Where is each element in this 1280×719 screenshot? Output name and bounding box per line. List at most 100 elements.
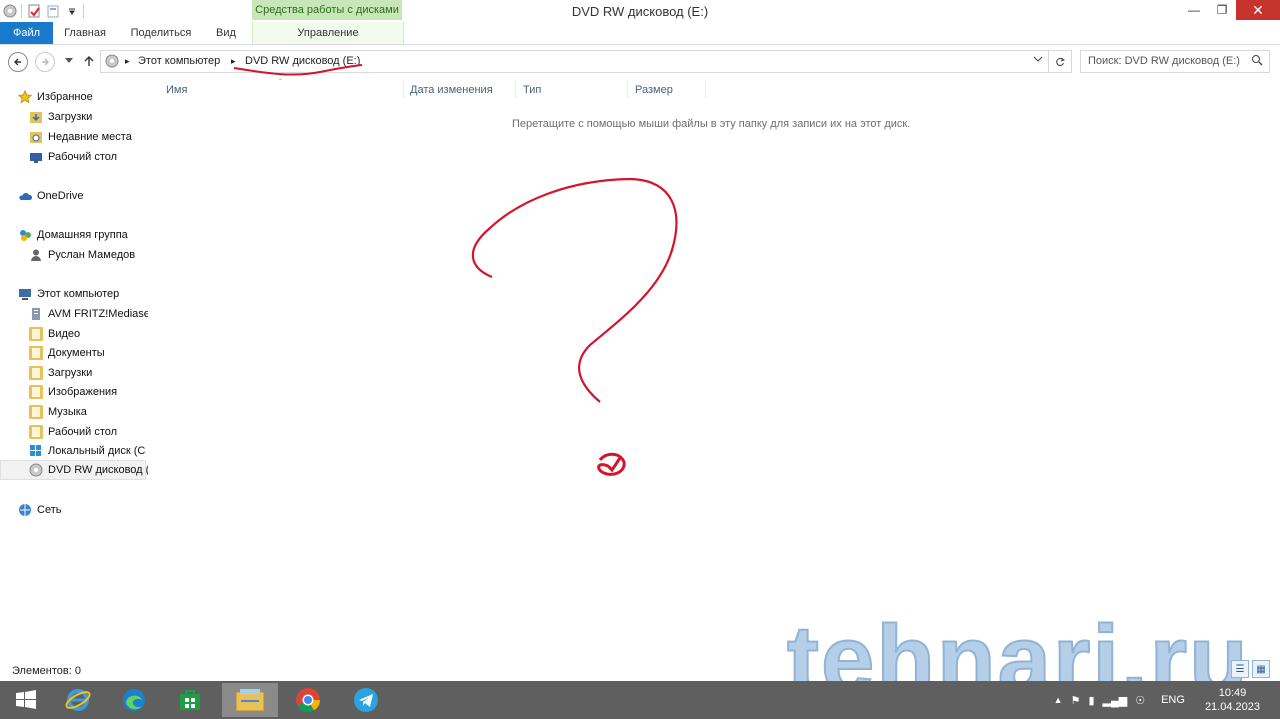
sidebar-item-documents[interactable]: Документы (29, 343, 148, 363)
status-item-count: Элементов: 0 (12, 665, 81, 677)
sidebar-item-desktop-pc[interactable]: Рабочий стол (29, 422, 148, 442)
address-bar[interactable]: ▸ Этот компьютер ▸ DVD RW дисковод (E:) (100, 50, 1072, 73)
edge-icon[interactable] (108, 683, 160, 717)
column-divider[interactable] (403, 80, 404, 98)
window-controls: — ❐ ✕ (1180, 0, 1280, 20)
sidebar-item-network[interactable]: Сеть (18, 500, 148, 520)
folder-icon (29, 405, 43, 419)
title-bar: Средства работы с дисками DVD RW дисково… (0, 0, 1280, 22)
empty-folder-message: Перетащите с помощью мыши файлы в эту па… (512, 118, 911, 130)
dvd-icon (29, 463, 43, 477)
tab-share[interactable]: Поделиться (122, 22, 200, 44)
clock[interactable]: 10:49 21.04.2023 (1205, 686, 1260, 714)
onedrive-icon (18, 189, 33, 203)
column-divider[interactable] (705, 80, 706, 98)
network-icon (18, 503, 32, 517)
tab-file[interactable]: Файл (0, 22, 53, 44)
up-button[interactable] (80, 52, 98, 70)
column-date-modified[interactable]: Дата изменения (410, 84, 493, 96)
details-view-icon[interactable]: ☰ (1231, 660, 1249, 678)
clock-time: 10:49 (1218, 687, 1247, 699)
question-mark-annotation (471, 177, 678, 403)
taskbar: ▲ ⚑ ▮ ▂▄▆ ☉ ENG 10:49 21.04.2023 (0, 681, 1280, 719)
column-name[interactable]: Имя (166, 84, 187, 96)
column-type[interactable]: Тип (523, 84, 541, 96)
sidebar-item-music[interactable]: Музыка (29, 402, 148, 422)
ie-icon[interactable] (52, 683, 104, 717)
folder-icon (29, 385, 43, 399)
action-center-flag-icon[interactable]: ⚑ (1071, 694, 1081, 707)
star-icon (17, 89, 33, 104)
tab-view[interactable]: Вид (204, 22, 248, 44)
folder-icon (29, 346, 43, 360)
sidebar-item-homegroup[interactable]: Домашняя группа (18, 225, 148, 245)
sidebar-item-desktop[interactable]: Рабочий стол (29, 147, 148, 167)
network-signal-icon[interactable]: ▂▄▆ (1103, 694, 1128, 707)
navigation-bar: ▸ Этот компьютер ▸ DVD RW дисковод (E:) … (0, 48, 1280, 74)
minimize-button[interactable]: — (1180, 0, 1208, 20)
forward-button[interactable] (35, 52, 55, 72)
sort-indicator-icon: ˆ (279, 78, 282, 87)
chrome-icon[interactable] (282, 683, 334, 717)
explorer-icon[interactable] (222, 683, 278, 717)
language-indicator[interactable]: ENG (1161, 694, 1185, 706)
new-folder-icon[interactable] (45, 3, 60, 18)
column-divider[interactable] (515, 80, 516, 98)
sidebar-item-this-pc[interactable]: Этот компьютер (18, 284, 148, 304)
sidebar-item-downloads[interactable]: Загрузки (29, 107, 148, 127)
quick-access-toolbar (2, 3, 84, 18)
sidebar-item-pictures[interactable]: Изображения (29, 382, 148, 402)
sidebar-item-recent-places[interactable]: Недавние места (29, 127, 148, 147)
recent-locations-chevron-icon[interactable] (60, 52, 78, 70)
telegram-icon[interactable] (340, 683, 392, 717)
context-tab-group: Средства работы с дисками (252, 0, 402, 20)
recent-icon (29, 130, 43, 144)
desktop-icon (29, 150, 43, 164)
breadcrumb-separator-icon: ▸ (231, 56, 236, 66)
sidebar-item-media-server[interactable]: AVM FRITZ!Mediase (29, 304, 148, 324)
column-size[interactable]: Размер (635, 84, 673, 96)
refresh-icon[interactable] (1048, 51, 1071, 72)
customize-toolbar-chevron-icon[interactable] (64, 3, 79, 18)
clock-date: 21.04.2023 (1204, 701, 1260, 713)
maximize-button[interactable]: ❐ (1208, 0, 1236, 20)
store-icon[interactable] (164, 683, 216, 717)
sidebar-item-videos[interactable]: Видео (29, 324, 148, 344)
system-tray: ▲ ⚑ ▮ ▂▄▆ ☉ ENG 10:49 21.04.2023 (1054, 681, 1260, 719)
breadcrumb-this-pc[interactable]: Этот компьютер (138, 55, 220, 67)
homegroup-icon (18, 228, 32, 242)
user-icon (29, 248, 43, 262)
breadcrumb-separator-icon: ▸ (125, 56, 130, 66)
sidebar-item-downloads-pc[interactable]: Загрузки (29, 363, 148, 383)
show-hidden-icons-chevron-icon[interactable]: ▲ (1054, 695, 1063, 705)
large-icons-view-icon[interactable]: ▦ (1252, 660, 1270, 678)
sidebar-item-onedrive[interactable]: OneDrive (18, 186, 148, 206)
navigation-pane: Избранное Загрузки Недавние места Рабочи… (0, 84, 148, 654)
search-icon[interactable] (1251, 54, 1263, 69)
window-icon[interactable] (2, 3, 17, 18)
search-placeholder: Поиск: DVD RW дисковод (E:) (1088, 55, 1240, 67)
sidebar-item-user[interactable]: Руслан Мамедов (29, 245, 148, 265)
back-button[interactable] (8, 52, 28, 72)
computer-icon (18, 287, 32, 301)
sidebar-item-local-disk[interactable]: Локальный диск (C (29, 441, 148, 461)
sidebar-item-favorites[interactable]: Избранное (17, 87, 148, 107)
properties-icon[interactable] (26, 3, 41, 18)
question-dot-annotation (597, 452, 626, 476)
battery-icon[interactable]: ▮ (1088, 694, 1094, 707)
address-history-chevron-icon[interactable] (1033, 54, 1043, 67)
local-disk-icon (29, 444, 43, 458)
downloads-icon (29, 110, 43, 124)
ribbon-tabs: Файл Главная Поделиться Вид Управление (0, 22, 1280, 45)
search-input[interactable]: Поиск: DVD RW дисковод (E:) (1080, 50, 1270, 73)
tab-manage[interactable]: Управление (252, 22, 404, 44)
folder-icon (29, 327, 43, 341)
view-toggle: ☰ ▦ (1231, 660, 1270, 678)
breadcrumb-dvd-drive[interactable]: DVD RW дисковод (E:) (245, 55, 360, 67)
volume-icon[interactable]: ☉ (1135, 694, 1145, 707)
sidebar-item-dvd-drive[interactable]: DVD RW дисковод ( (0, 460, 148, 480)
tab-home[interactable]: Главная (55, 22, 115, 44)
column-divider[interactable] (627, 80, 628, 98)
close-button[interactable]: ✕ (1236, 0, 1280, 20)
start-icon[interactable] (0, 683, 52, 717)
